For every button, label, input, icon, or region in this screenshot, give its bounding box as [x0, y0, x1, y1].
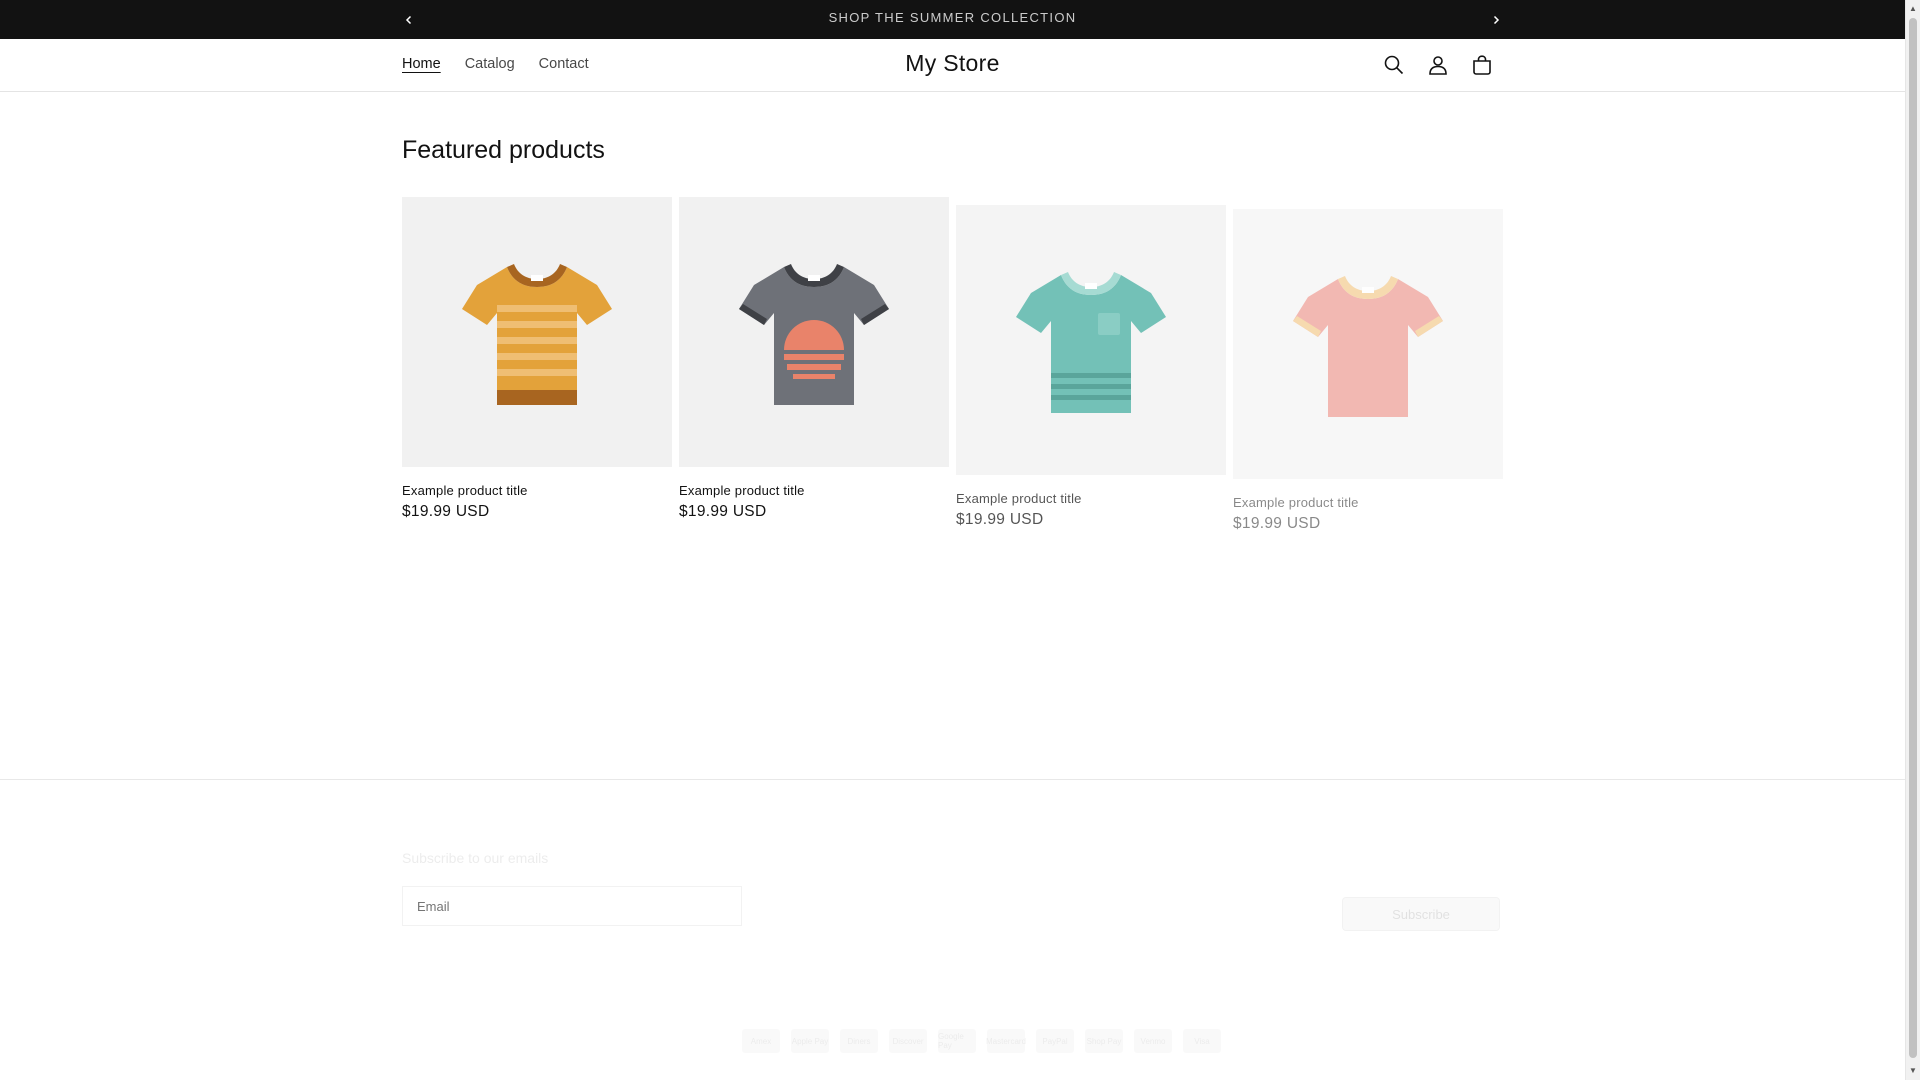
- tshirt-image: [1293, 276, 1443, 417]
- announcement-next-button[interactable]: [1485, 9, 1507, 31]
- cart-icon: [1473, 55, 1491, 75]
- product-title[interactable]: Example product title: [956, 491, 1226, 506]
- account-button[interactable]: [1424, 51, 1452, 79]
- product-image[interactable]: [956, 205, 1226, 475]
- product-price: $19.99 USD: [679, 503, 767, 520]
- featured-products-heading: Featured products: [402, 136, 605, 164]
- product-title[interactable]: Example product title: [402, 483, 672, 498]
- product-image[interactable]: [679, 197, 949, 467]
- product-image[interactable]: [1233, 209, 1503, 479]
- product-image[interactable]: [402, 197, 672, 467]
- google-pay-icon: Google Pay: [938, 1029, 976, 1053]
- mastercard-icon: Mastercard: [986, 1029, 1026, 1053]
- scroll-down-icon[interactable]: ▼: [1908, 1064, 1918, 1078]
- tshirt-image: [462, 264, 612, 405]
- tshirt-image: [739, 264, 889, 405]
- search-icon: [1384, 55, 1404, 75]
- announcement-bar: SHOP THE SUMMER COLLECTION: [0, 0, 1905, 39]
- shop-pay-icon: Shop Pay: [1085, 1029, 1123, 1053]
- tshirt-image: [1016, 272, 1166, 413]
- product-card[interactable]: Example product title $19.99 USD: [402, 197, 672, 521]
- diners-icon: Diners: [840, 1029, 878, 1053]
- store-logo[interactable]: My Store: [0, 50, 1905, 77]
- scrollbar-thumb[interactable]: [1909, 18, 1917, 1058]
- product-title[interactable]: Example product title: [679, 483, 949, 498]
- product-card[interactable]: Example product title $19.99 USD: [1233, 209, 1503, 533]
- storefront-page: SHOP THE SUMMER COLLECTION Home Catalog …: [0, 0, 1905, 1080]
- subscribe-button[interactable]: Subscribe: [1342, 897, 1500, 931]
- amex-icon: Amex: [742, 1029, 780, 1053]
- discover-icon: Discover: [889, 1029, 927, 1053]
- scroll-up-icon[interactable]: ▲: [1908, 2, 1918, 16]
- product-price: $19.99 USD: [1233, 515, 1321, 532]
- site-header: Home Catalog Contact My Store: [0, 39, 1905, 92]
- search-button[interactable]: [1380, 51, 1408, 79]
- account-icon: [1429, 56, 1447, 75]
- site-footer: Subscribe to our emails Subscribe Amex A…: [0, 779, 1905, 1080]
- payment-icons: Amex Apple Pay Diners Discover Google Pa…: [742, 1029, 1221, 1053]
- product-price: $19.99 USD: [956, 511, 1044, 528]
- page-scrollbar[interactable]: ▲ ▼: [1905, 0, 1920, 1080]
- announcement-text[interactable]: SHOP THE SUMMER COLLECTION: [0, 10, 1905, 25]
- product-price: $19.99 USD: [402, 503, 490, 520]
- visa-icon: Visa: [1183, 1029, 1221, 1053]
- header-icons: [1380, 51, 1496, 79]
- cart-button[interactable]: [1468, 51, 1496, 79]
- paypal-icon: PayPal: [1036, 1029, 1074, 1053]
- newsletter-heading: Subscribe to our emails: [402, 850, 549, 866]
- product-title[interactable]: Example product title: [1233, 495, 1503, 510]
- product-card[interactable]: Example product title $19.99 USD: [956, 205, 1226, 529]
- venmo-icon: Venmo: [1134, 1029, 1172, 1053]
- chevron-right-icon: [1493, 15, 1500, 25]
- apple-pay-icon: Apple Pay: [791, 1029, 829, 1053]
- product-card[interactable]: Example product title $19.99 USD: [679, 197, 949, 521]
- newsletter-email-input[interactable]: [402, 886, 742, 926]
